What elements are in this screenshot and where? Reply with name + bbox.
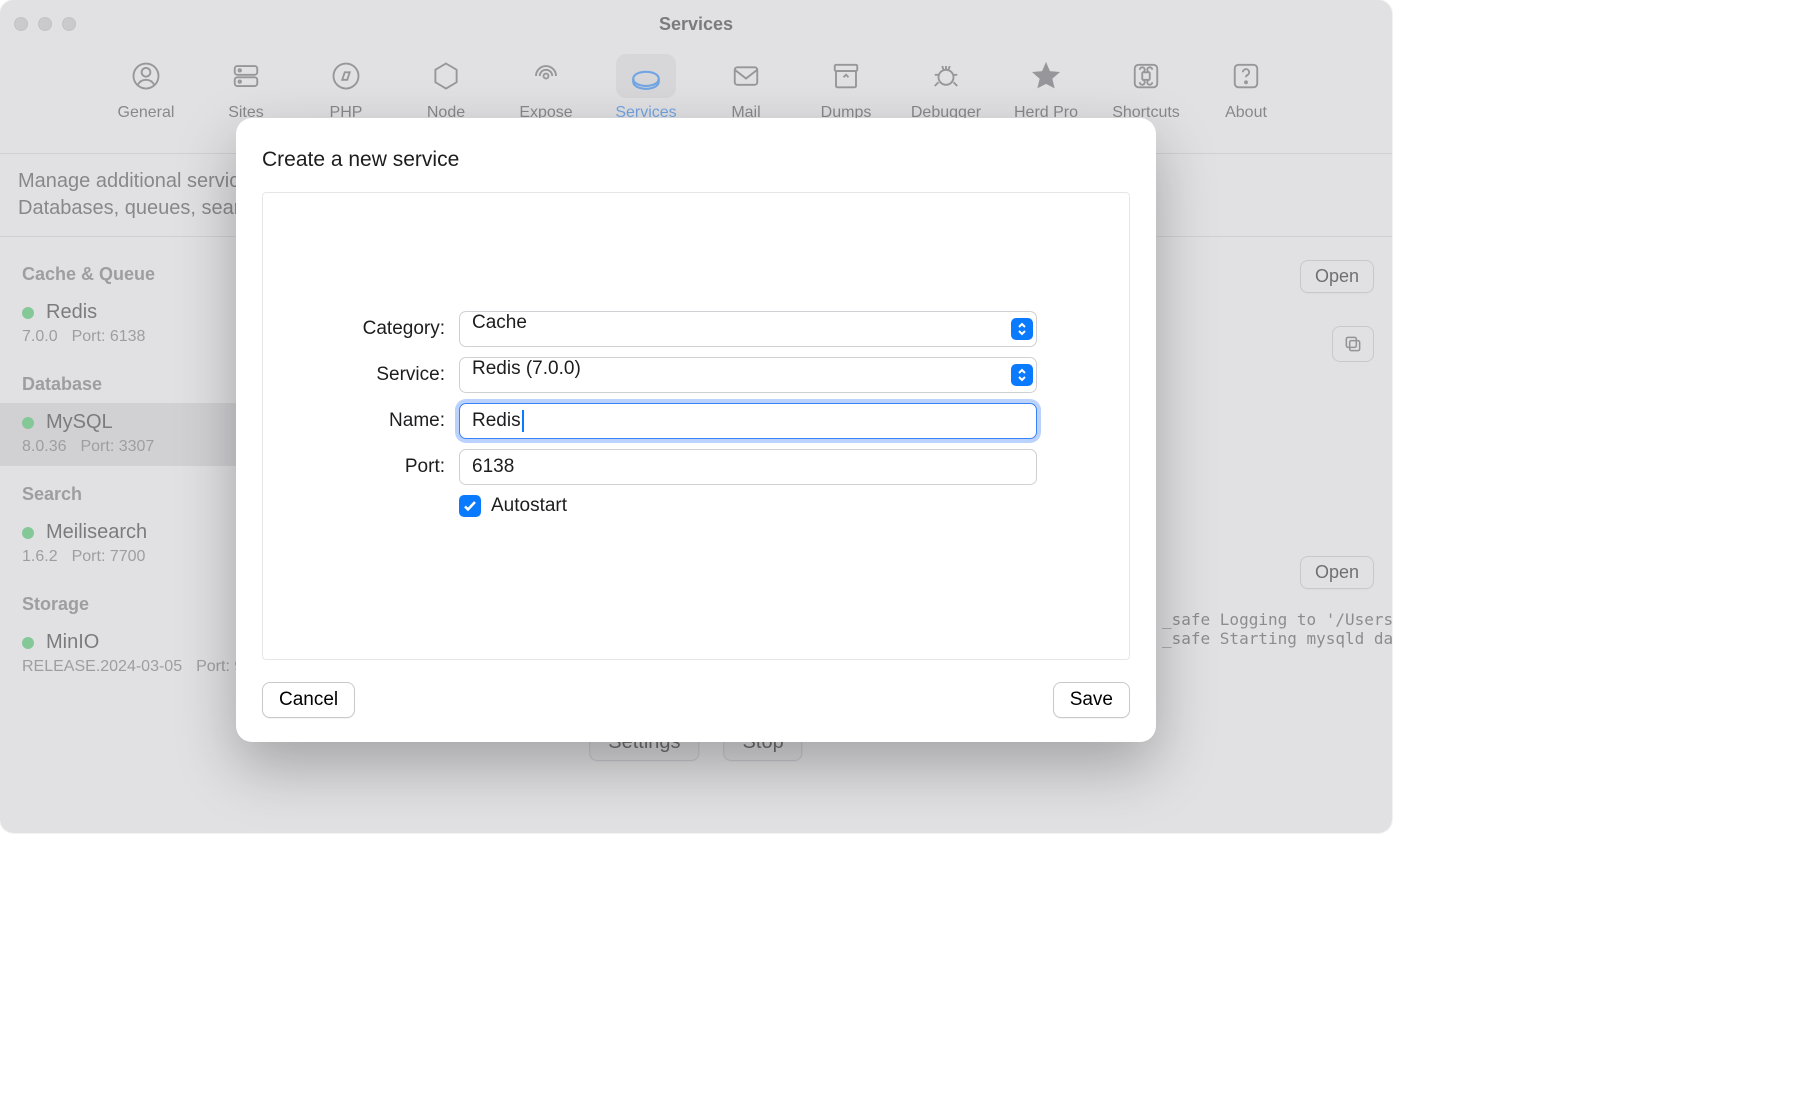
name-input[interactable]: Redis xyxy=(459,403,1037,439)
service-label: Service: xyxy=(263,364,459,386)
modal-title: Create a new service xyxy=(262,148,1130,172)
port-label: Port: xyxy=(263,456,459,478)
modal-form: Category: Cache Service: Redis xyxy=(262,192,1130,660)
create-service-modal: Create a new service Category: Cache Ser xyxy=(236,118,1156,742)
chevrons-updown-icon xyxy=(1011,318,1033,340)
save-button[interactable]: Save xyxy=(1053,682,1130,718)
text-cursor-icon xyxy=(522,410,524,432)
autostart-label: Autostart xyxy=(491,495,567,517)
autostart-checkbox[interactable] xyxy=(459,495,481,517)
category-select[interactable]: Cache xyxy=(459,311,1037,347)
check-icon xyxy=(463,499,477,513)
chevrons-updown-icon xyxy=(1011,364,1033,386)
service-select[interactable]: Redis (7.0.0) xyxy=(459,357,1037,393)
name-label: Name: xyxy=(263,410,459,432)
category-label: Category: xyxy=(263,318,459,340)
port-input[interactable]: 6138 xyxy=(459,449,1037,485)
cancel-button[interactable]: Cancel xyxy=(262,682,355,718)
